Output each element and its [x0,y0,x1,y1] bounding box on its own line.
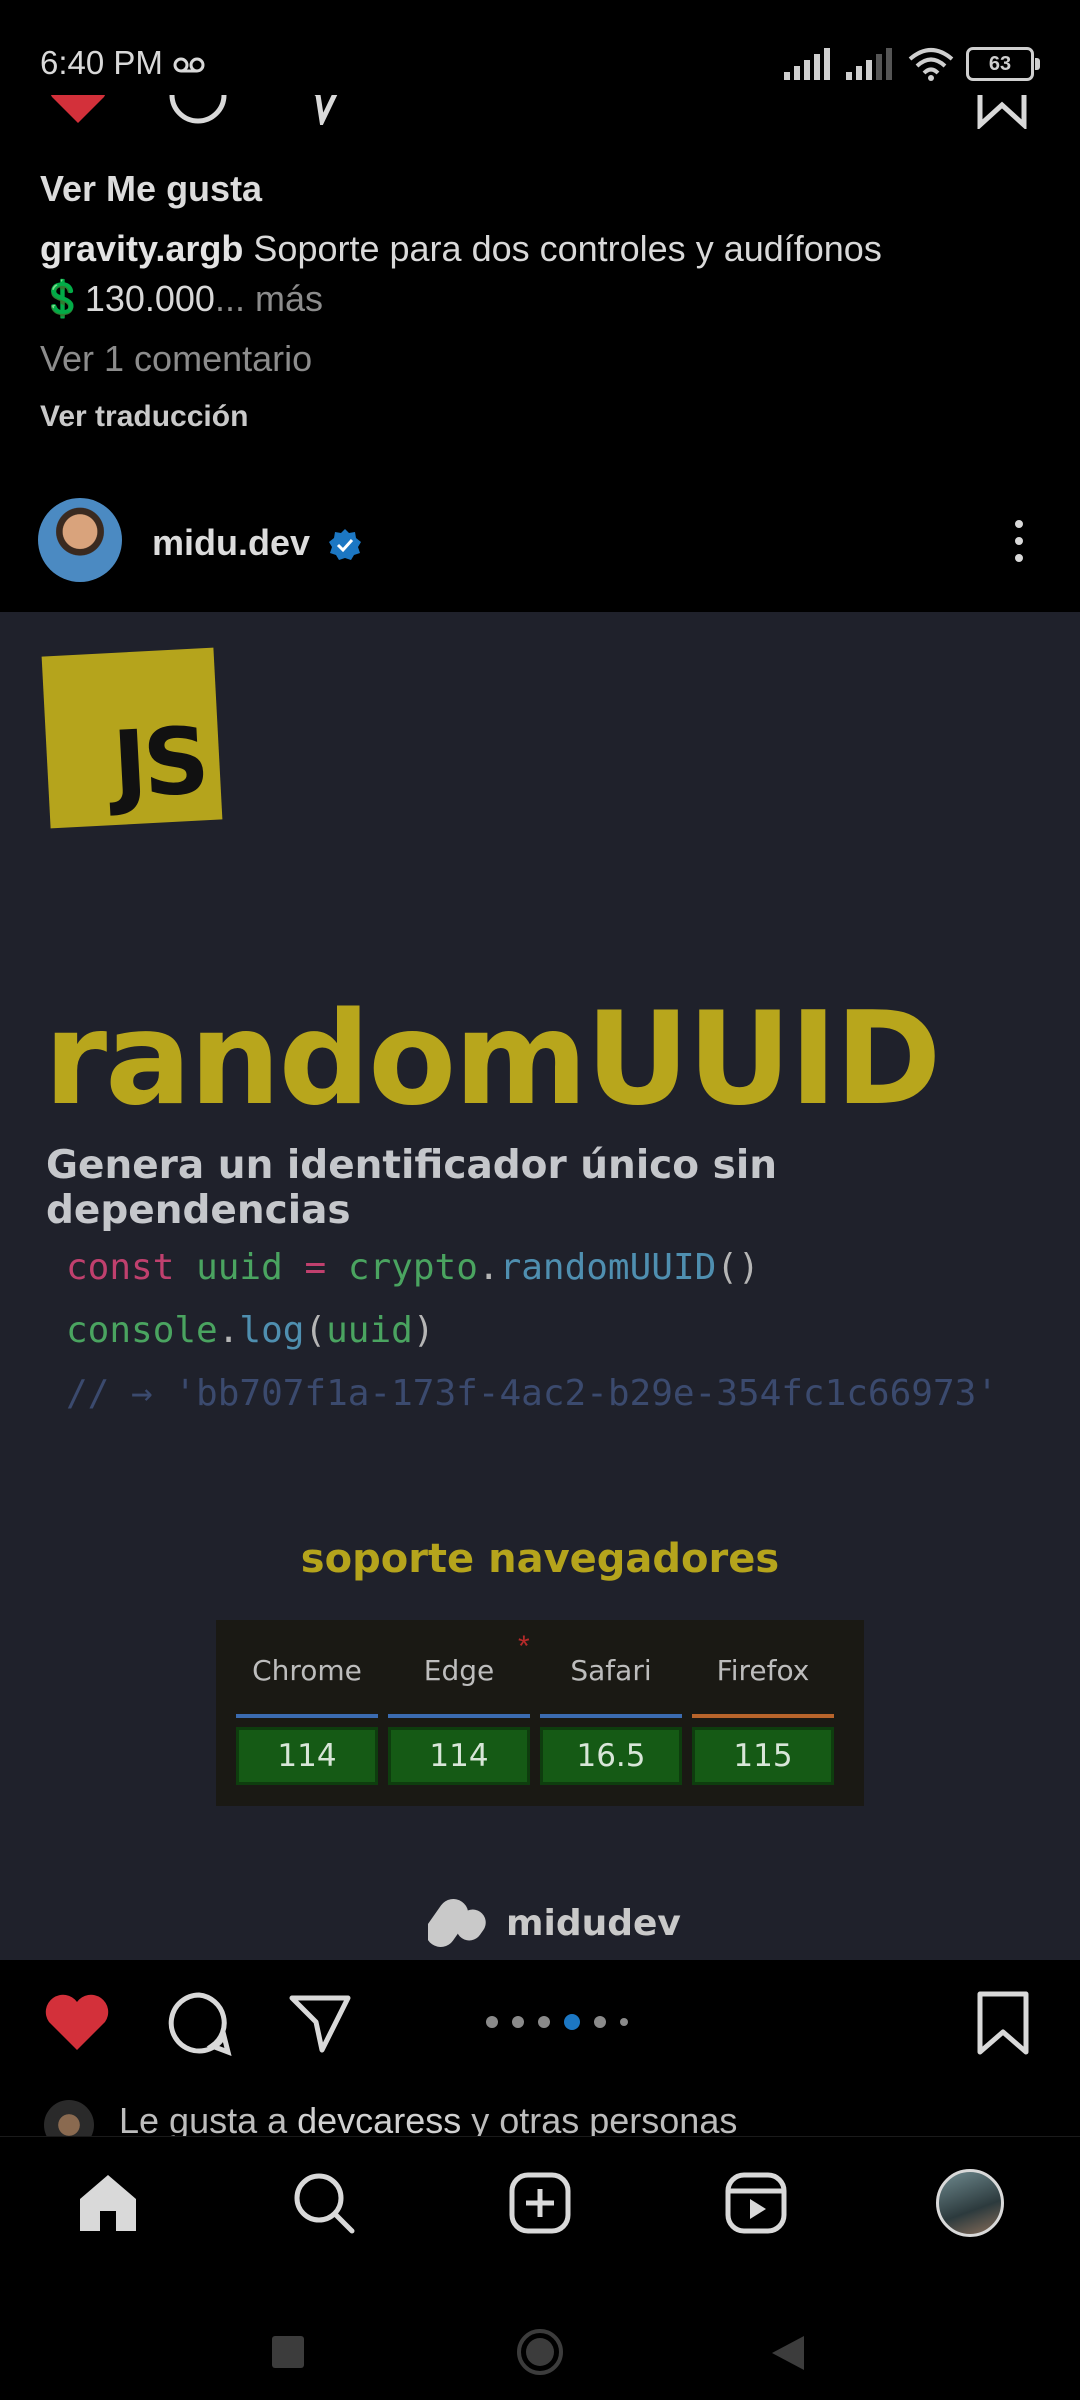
signal-icon [784,48,830,80]
view-translation-link[interactable]: Ver traducción [40,400,248,434]
caption-username[interactable]: gravity.argb [40,228,243,269]
browser-version: 16.5 [540,1727,682,1785]
browser-version: 114 [388,1727,530,1785]
battery-icon: 63 [966,47,1040,81]
verified-badge-icon [329,529,361,560]
post-image-subtitle: Genera un identificador único sin depend… [46,1143,778,1233]
browser-name: Chrome [252,1654,362,1687]
caption-text: Soporte para dos controles y audífonos [253,228,882,269]
share-icon[interactable] [290,95,350,125]
create-icon[interactable] [508,2171,572,2235]
status-time: 6:40 PM [40,44,206,82]
browser-version: 115 [692,1727,834,1785]
voicemail-icon [173,57,205,73]
save-bookmark-icon[interactable] [976,1990,1030,2056]
carousel-dot [594,2016,606,2028]
search-icon[interactable] [292,2171,356,2235]
reels-icon[interactable] [724,2171,788,2235]
system-navigation-bar [0,2270,1080,2400]
post-image-title: randomUUID [44,985,941,1134]
like-heart-icon[interactable] [44,1994,110,2052]
browser-name: Edge [423,1654,495,1687]
browser-name: Safari [570,1654,652,1687]
liked-by-user[interactable]: devcaress [297,2100,461,2140]
previous-post-actions [0,95,1080,135]
browser-support-table: * Chrome Edge Safari Firefox 114 114 16.… [216,1620,864,1806]
browser-bar [692,1714,834,1718]
js-logo: JS [41,647,223,829]
bottom-navigation [0,2136,1080,2271]
profile-avatar[interactable] [936,2169,1004,2237]
carousel-dot [512,2016,524,2028]
view-comments-link[interactable]: Ver 1 comentario [40,338,312,380]
liked-by-summary[interactable]: Le gusta a devcaress y otras personas [44,2100,1044,2140]
browser-bar [388,1714,530,1718]
midudev-logo-icon [428,1898,486,1948]
recent-apps-icon[interactable] [272,2336,304,2368]
signal-2-icon [846,48,892,80]
brand-watermark: midudev [428,1893,681,1953]
code-line-1: const uuid = crypto.randomUUID() [66,1247,760,1288]
browser-bar [236,1714,378,1718]
carousel-indicator [486,2014,628,2030]
code-line-3: // → 'bb707f1a-173f-4ac2-b29e-354fc1c669… [66,1373,998,1414]
browser-name: Firefox [716,1654,810,1687]
comment-icon[interactable] [166,1990,232,2056]
post-author-avatar[interactable] [38,498,122,582]
code-line-2: console.log(uuid) [66,1310,435,1351]
view-likes-link[interactable]: Ver Me gusta [40,168,262,210]
share-icon[interactable] [288,1992,352,2054]
bookmark-icon[interactable] [976,95,1028,129]
carousel-dot-active [564,2014,580,2030]
browser-bar [540,1714,682,1718]
home-button-icon[interactable] [516,2328,564,2376]
more-options-icon[interactable] [1004,516,1034,566]
carousel-dot [486,2016,498,2028]
caption-more-link[interactable]: ... más [215,278,323,319]
status-bar: 6:40 PM 63 [0,0,1080,100]
home-icon[interactable] [76,2171,140,2235]
code-snippet: const uuid = crypto.randomUUID() console… [66,1236,998,1425]
status-icons: 63 [784,44,1040,84]
carousel-dot [620,2018,628,2026]
carousel-dot [538,2016,550,2028]
caption-price: 💲130.000 [40,278,215,319]
browser-support-title: soporte navegadores [300,1536,780,1582]
heart-icon[interactable] [46,95,110,125]
previous-post-caption: gravity.argb Soporte para dos controles … [40,224,1040,324]
back-icon[interactable] [770,2334,806,2372]
comment-icon[interactable] [166,95,230,129]
wifi-icon [908,48,954,81]
browser-version: 114 [236,1727,378,1785]
post-author-username[interactable]: midu.dev [152,522,310,564]
liked-by-suffix: y otras personas [461,2100,738,2140]
